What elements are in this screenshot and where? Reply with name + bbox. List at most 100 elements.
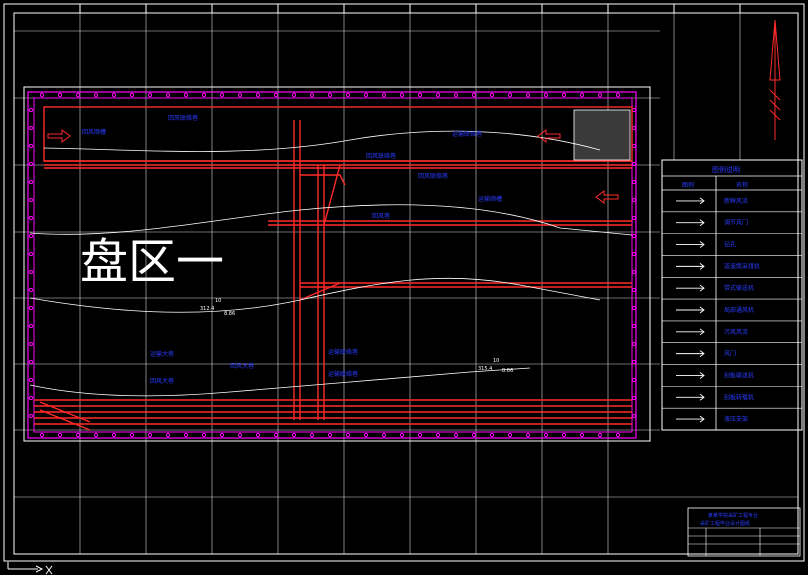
boundary-marker: [183, 432, 189, 438]
legend-item-label: 液压支架: [724, 415, 748, 423]
boundary-marker: [309, 432, 315, 438]
boundary-marker: [39, 92, 45, 98]
borehole-icon: [676, 241, 705, 248]
working-face-1: [43, 106, 633, 169]
roadway-label: 回风大巷: [150, 377, 174, 385]
boundary-marker: [615, 432, 621, 438]
legend-item-label: 风门: [724, 350, 736, 358]
boundary-marker: [543, 432, 549, 438]
boundary-marker: [435, 92, 441, 98]
boundary-marker: [28, 251, 34, 257]
elevation-extra: 8.86: [224, 311, 235, 317]
boundary-marker: [219, 432, 225, 438]
roadway-label: 回风巷: [372, 212, 390, 220]
legend-item-label: 局部通风机: [724, 306, 754, 314]
boundary-marker: [75, 92, 81, 98]
boundary-marker: [327, 92, 333, 98]
boundary-marker: [75, 432, 81, 438]
boundary-marker: [129, 432, 135, 438]
regulator-icon: [676, 219, 705, 227]
boundary-marker: [631, 413, 637, 419]
boundary-marker: [345, 432, 351, 438]
boundary-marker: [507, 92, 513, 98]
boundary-marker: [631, 395, 637, 401]
title-block: 某某学院采矿工程专业 采矿工程毕业设计图纸: [687, 507, 801, 557]
boundary-marker: [631, 215, 637, 221]
legend-col-symbol: 图例: [682, 181, 694, 189]
boundary-marker: [631, 233, 637, 239]
fan-icon: [676, 306, 705, 314]
boundary-marker: [631, 323, 637, 329]
boundary-marker: [28, 413, 34, 419]
boundary-marker: [291, 92, 297, 98]
roadway-label: 回风联络巷: [366, 152, 396, 160]
legend-col-name: 名称: [736, 181, 748, 189]
boundary-marker: [631, 305, 637, 311]
boundary-marker: [435, 432, 441, 438]
cad-drawing-canvas[interactable]: 回风顺槽 回风联络巷 运输联络巷 回风联络巷 回风联络巷 运输顺槽 回风巷 运输…: [0, 0, 808, 575]
boundary-marker: [631, 179, 637, 185]
boundary-marker: [28, 305, 34, 311]
boundary-marker: [631, 269, 637, 275]
boundary-marker: [631, 125, 637, 131]
legend-item-label: 污风风流: [724, 328, 748, 336]
boundary-marker: [631, 143, 637, 149]
boundary-marker: [28, 143, 34, 149]
boundary-marker: [237, 92, 243, 98]
boundary-marker: [28, 161, 34, 167]
airflow-arrow-icon: [676, 197, 705, 205]
roadway-label: 回风联络巷: [168, 114, 198, 122]
boundary-marker: [93, 432, 99, 438]
boundary-marker: [631, 197, 637, 203]
legend-rows: 新鲜风流调节风门钻孔双滚筒采煤机带式输送机局部通风机污风风流风门刮板输送机刮板转…: [662, 197, 802, 431]
ucs-icon: [7, 562, 53, 575]
north-arrow-icon: [769, 19, 781, 140]
elevation-value: 312.4: [200, 306, 214, 312]
boundary-marker: [28, 287, 34, 293]
boundary-marker: [399, 432, 405, 438]
conveyor-icon: [676, 284, 705, 292]
goaf-area: [573, 109, 631, 161]
boundary-marker: [631, 107, 637, 113]
title-block-line1: 某某学院采矿工程专业: [708, 512, 758, 519]
boundary-marker: [399, 92, 405, 98]
boundary-marker: [561, 92, 567, 98]
boundary-marker: [201, 432, 207, 438]
boundary-marker: [28, 377, 34, 383]
boundary-marker: [615, 92, 621, 98]
legend-item-label: 钻孔: [724, 241, 736, 249]
boundary-marker: [489, 432, 495, 438]
elevation-extra: 8.86: [502, 368, 513, 374]
boundary-marker: [417, 92, 423, 98]
boundary-marker: [219, 92, 225, 98]
boundary-marker: [28, 215, 34, 221]
boundary-marker: [381, 92, 387, 98]
boundary-marker: [273, 432, 279, 438]
roadway-label: 运输联络巷: [328, 370, 358, 378]
boundary-marker: [417, 432, 423, 438]
return-air-icon: [676, 328, 705, 336]
boundary-marker: [309, 92, 315, 98]
boundary-marker: [597, 92, 603, 98]
legend-item-label: 刮板转载机: [724, 393, 754, 401]
boundary-marker: [363, 432, 369, 438]
loader-icon: [676, 393, 705, 401]
boundary-marker: [129, 92, 135, 98]
boundary-marker: [165, 432, 171, 438]
shearer-icon: [676, 263, 705, 270]
boundary-marker: [28, 197, 34, 203]
roadway-label: 回风顺槽: [82, 128, 106, 136]
boundary-marker: [57, 432, 63, 438]
boundary-marker: [453, 92, 459, 98]
title-block-line2: 采矿工程毕业设计图纸: [700, 520, 750, 527]
boundary-marker: [543, 92, 549, 98]
border-ticks: [79, 4, 741, 13]
boundary-marker: [579, 432, 585, 438]
roadway-label: 运输联络巷: [452, 130, 482, 138]
boundary-marker: [525, 92, 531, 98]
boundary-marker: [471, 92, 477, 98]
boundary-marker: [111, 432, 117, 438]
boundary-marker: [255, 92, 261, 98]
roadway-label: 回风大巷: [230, 362, 254, 370]
boundary-marker: [93, 92, 99, 98]
